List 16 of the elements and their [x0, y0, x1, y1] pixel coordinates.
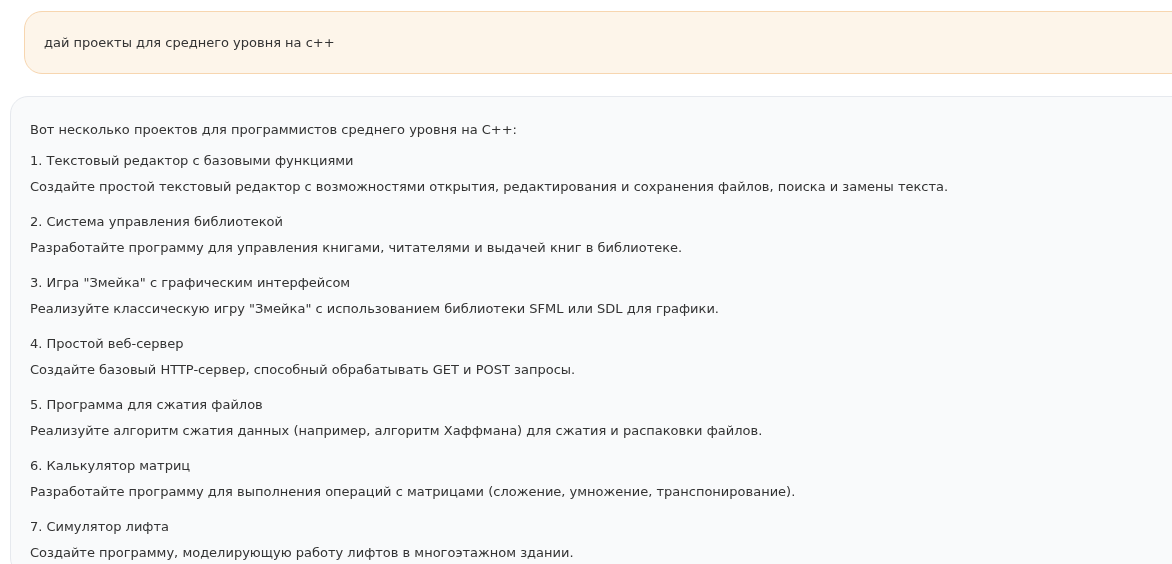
project-description: Создайте базовый HTTP-сервер, способный обрабатывать GET и POST запросы. — [30, 361, 577, 379]
project-description: Реализуйте классическую игру "Змейка" с использованием библиотеки SFML или SDL для графики. — [30, 300, 720, 318]
project-title: 6. Калькулятор матриц — [30, 457, 192, 475]
project-description: Разработайте программу для управления книгами, читателями и выдачей книг в библиотеке. — [30, 239, 684, 257]
project-title: 3. Игра "Змейка" с графическим интерфейсом — [30, 274, 352, 292]
project-description: Создайте простой текстовый редактор с возможностями открытия, редактирования и сохранения файлов, поиска и замены текста. — [30, 178, 950, 196]
project-title: 2. Система управления библиотекой — [30, 213, 284, 231]
project-title: 5. Программа для сжатия файлов — [30, 396, 264, 414]
user-message-text: дай проекты для среднего уровня на с++ — [44, 35, 335, 50]
project-description: Создайте программу, моделирующую работу лифтов в многоэтажном здании. — [30, 544, 575, 562]
project-description: Разработайте программу для выполнения операций с матрицами (сложение, умножение, транспонирование). — [30, 483, 797, 501]
project-title: 4. Простой веб-сервер — [30, 335, 185, 353]
intro-text: Вот несколько проектов для программистов среднего уровня на C++: — [30, 121, 518, 139]
project-description: Реализуйте алгоритм сжатия данных (например, алгоритм Хаффмана) для сжатия и распаковки файлов. — [30, 422, 764, 440]
project-title: 1. Текстовый редактор с базовыми функциями — [30, 152, 355, 170]
project-title: 7. Симулятор лифта — [30, 518, 170, 536]
